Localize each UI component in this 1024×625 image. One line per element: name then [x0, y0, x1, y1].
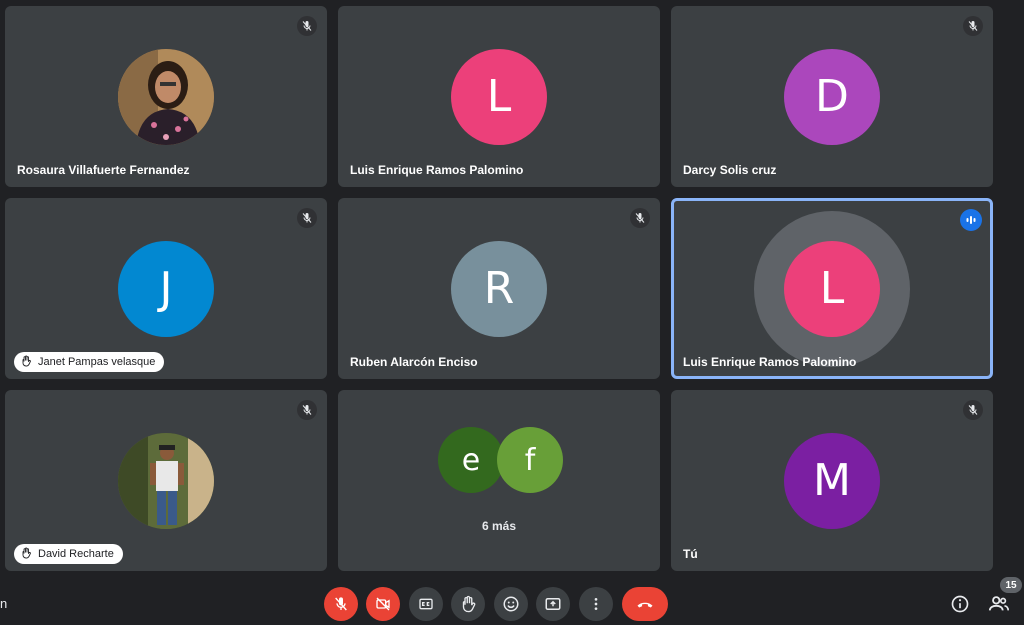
participant-name: Janet Pampas velasque — [38, 356, 156, 368]
present-icon — [545, 598, 561, 610]
present-screen-button[interactable] — [536, 587, 570, 621]
camera-toggle-button[interactable] — [366, 587, 400, 621]
participant-avatar: f — [497, 427, 563, 493]
raised-hand-badge: David Recharte — [14, 544, 123, 564]
mic-toggle-button[interactable] — [324, 587, 358, 621]
participant-avatar: R — [451, 240, 547, 337]
captions-icon — [419, 598, 433, 610]
participant-avatar: L — [451, 48, 547, 145]
audio-level-icon — [960, 209, 982, 231]
mic-off-icon — [963, 400, 983, 420]
people-icon — [988, 596, 1009, 611]
more-participants-tile[interactable]: e f 6 más — [338, 390, 660, 571]
info-icon — [951, 595, 969, 613]
participant-avatar: D — [784, 48, 880, 145]
participants-button[interactable] — [986, 591, 1012, 617]
participant-tile[interactable]: David Recharte — [5, 390, 327, 571]
mic-off-icon — [297, 208, 317, 228]
raised-hand-badge: Janet Pampas velasque — [14, 352, 165, 372]
participant-tile[interactable]: L Luis Enrique Ramos Palomino — [338, 6, 660, 187]
emoji-icon — [503, 596, 519, 612]
participant-tile[interactable]: D Darcy Solis cruz — [671, 6, 993, 187]
participant-photo — [118, 432, 214, 529]
participant-avatar: e — [438, 427, 504, 493]
raise-hand-button[interactable] — [451, 587, 485, 621]
mic-off-icon — [630, 208, 650, 228]
self-tile[interactable]: M Tú — [671, 390, 993, 571]
participants-count-badge: 15 — [1000, 577, 1022, 593]
mic-off-icon — [297, 16, 317, 36]
meeting-details-button[interactable] — [947, 591, 973, 617]
participant-name: Tú — [683, 547, 698, 561]
participant-name: David Recharte — [38, 548, 114, 560]
participant-name: Ruben Alarcón Enciso — [350, 355, 478, 369]
more-options-button[interactable] — [579, 587, 613, 621]
mic-off-icon — [335, 597, 347, 611]
mic-off-icon — [963, 16, 983, 36]
participant-photo — [118, 48, 214, 145]
participant-tile[interactable]: J Janet Pampas velasque — [5, 198, 327, 379]
leave-call-button[interactable] — [622, 587, 668, 621]
hand-icon — [20, 547, 32, 562]
participant-tile[interactable]: R Ruben Alarcón Enciso — [338, 198, 660, 379]
hang-up-icon — [637, 602, 653, 608]
camera-off-icon — [376, 597, 390, 611]
participant-name: Luis Enrique Ramos Palomino — [683, 355, 857, 369]
participant-tile-speaking[interactable]: L Luis Enrique Ramos Palomino — [671, 198, 993, 379]
reactions-button[interactable] — [494, 587, 528, 621]
participant-name: Luis Enrique Ramos Palomino — [350, 163, 524, 177]
participant-name: Darcy Solis cruz — [683, 163, 777, 177]
participant-avatar: M — [784, 432, 880, 529]
more-participants-label: 6 más — [481, 519, 517, 533]
hand-icon — [462, 595, 476, 613]
hand-icon — [20, 355, 32, 370]
participant-name: Rosaura Villafuerte Fernandez — [17, 163, 190, 177]
meeting-name-fragment: n — [0, 596, 8, 611]
more-vert-icon — [594, 598, 598, 610]
participant-tile[interactable]: Rosaura Villafuerte Fernandez — [5, 6, 327, 187]
mic-off-icon — [297, 400, 317, 420]
captions-button[interactable] — [409, 587, 443, 621]
participant-avatar: L — [784, 240, 880, 337]
participant-avatar: J — [118, 240, 214, 337]
